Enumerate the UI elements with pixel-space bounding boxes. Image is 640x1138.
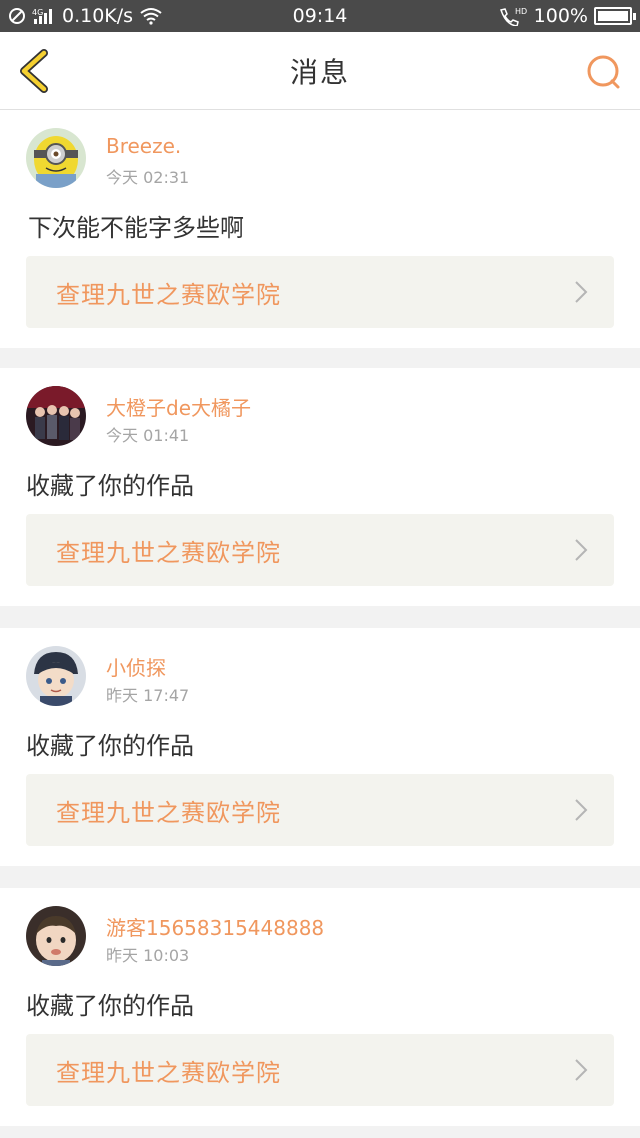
message-card: 小侦探 昨天 17:47 收藏了你的作品 查理九世之赛欧学院: [0, 628, 640, 866]
message-card: 游客15658315448888 昨天 10:03 收藏了你的作品 查理九世之赛…: [0, 888, 640, 1126]
message-time: 今天 02:31: [106, 168, 190, 187]
chevron-right-icon: [575, 281, 588, 303]
hd-call-icon: HD: [499, 7, 527, 26]
username[interactable]: 小侦探: [106, 652, 166, 681]
message-text: 收藏了你的作品: [26, 992, 194, 1020]
username[interactable]: Breeze.: [106, 134, 181, 158]
work-link[interactable]: 查理九世之赛欧学院: [26, 774, 614, 846]
message-text: 收藏了你的作品: [26, 472, 194, 500]
work-link[interactable]: 查理九世之赛欧学院: [26, 514, 614, 586]
battery-icon: [594, 7, 636, 25]
avatar[interactable]: [26, 128, 86, 188]
work-title: 查理九世之赛欧学院: [56, 798, 281, 827]
chevron-right-icon: [575, 1059, 588, 1081]
work-title: 查理九世之赛欧学院: [56, 280, 281, 309]
work-link[interactable]: 查理九世之赛欧学院: [26, 1034, 614, 1106]
message-card: Breeze. 今天 02:31 下次能不能字多些啊 查理九世之赛欧学院: [0, 110, 640, 348]
svg-text:HD: HD: [515, 7, 527, 16]
message-time: 昨天 17:47: [106, 686, 190, 705]
page-title: 消息: [289, 55, 350, 89]
search-icon[interactable]: [584, 54, 624, 92]
battery-percent: 100%: [533, 5, 588, 27]
avatar[interactable]: [26, 646, 86, 706]
back-arrow-icon[interactable]: [14, 49, 54, 93]
username[interactable]: 游客15658315448888: [106, 912, 324, 941]
status-bar: 4G 0.10K/s 09:14 HD 100%: [0, 0, 640, 32]
message-time: 昨天 10:03: [106, 946, 190, 965]
chevron-right-icon: [575, 799, 588, 821]
message-time: 今天 01:41: [106, 426, 190, 445]
message-text: 收藏了你的作品: [26, 732, 194, 760]
avatar[interactable]: [26, 386, 86, 446]
work-title: 查理九世之赛欧学院: [56, 538, 281, 567]
avatar[interactable]: [26, 906, 86, 966]
username[interactable]: 大橙子de大橘子: [106, 392, 251, 421]
message-card: 大橙子de大橘子 今天 01:41 收藏了你的作品 查理九世之赛欧学院: [0, 368, 640, 606]
work-link[interactable]: 查理九世之赛欧学院: [26, 256, 614, 328]
chevron-right-icon: [575, 539, 588, 561]
message-text: 下次能不能字多些啊: [28, 214, 244, 242]
status-right: HD 100%: [498, 0, 636, 32]
header: 消息: [0, 32, 640, 110]
work-title: 查理九世之赛欧学院: [56, 1058, 281, 1087]
